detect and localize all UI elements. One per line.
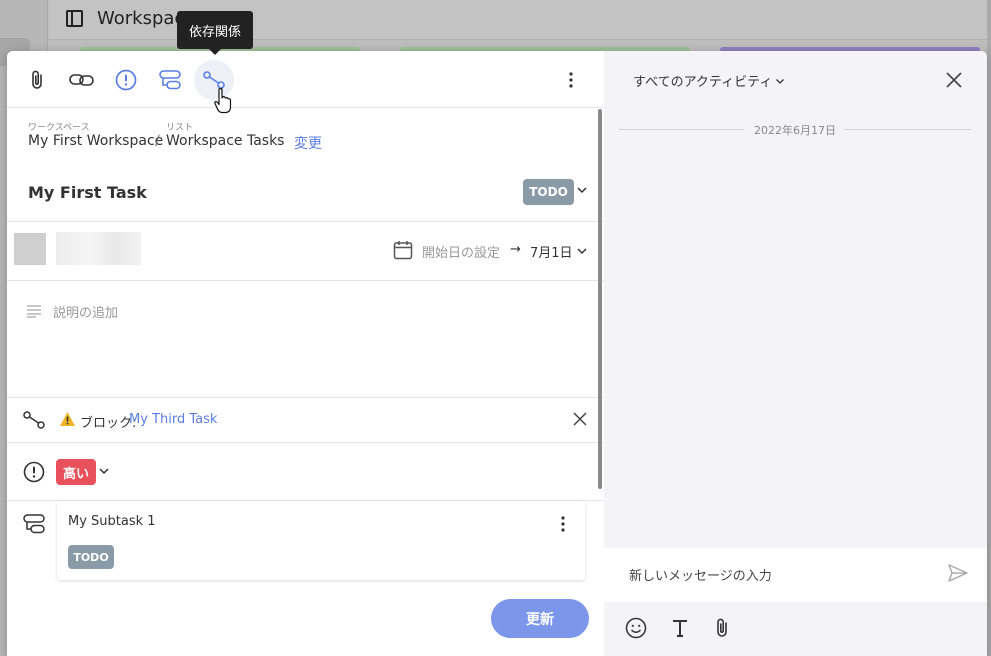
start-date-field[interactable]: 開始日の設定 bbox=[422, 242, 500, 261]
send-icon[interactable] bbox=[947, 562, 969, 584]
activity-filter-label: すべてのアクティビティ bbox=[633, 75, 773, 90]
background-edge bbox=[987, 0, 991, 656]
message-input[interactable]: 新しいメッセージの入力 bbox=[604, 548, 987, 602]
workspace-caption: ワークスペース bbox=[28, 123, 90, 133]
more-options-button[interactable] bbox=[559, 65, 583, 95]
breadcrumb-workspace[interactable]: My First Workspace bbox=[28, 133, 163, 149]
subtask-more-button[interactable] bbox=[555, 514, 571, 534]
divider bbox=[7, 221, 604, 222]
due-date-field[interactable]: 7月1日 bbox=[530, 242, 573, 261]
task-title[interactable]: My First Task bbox=[28, 183, 147, 202]
activity-filter-dropdown[interactable]: すべてのアクティビティ bbox=[633, 71, 785, 90]
divider bbox=[7, 280, 604, 281]
scrollbar[interactable] bbox=[598, 109, 602, 489]
chevron-down-icon[interactable] bbox=[576, 184, 588, 196]
attachment-button[interactable] bbox=[18, 60, 58, 100]
priority-icon bbox=[115, 69, 137, 91]
task-detail-panel: ワークスペース リスト My First Workspace / Workspa… bbox=[7, 51, 604, 656]
subtask-button[interactable] bbox=[150, 60, 190, 100]
breadcrumb-separator: / bbox=[155, 133, 160, 149]
subtask-card[interactable]: My Subtask 1 TODO bbox=[57, 501, 585, 580]
subtask-name[interactable]: My Subtask 1 bbox=[68, 514, 156, 529]
dependency-tooltip: 依存関係 bbox=[177, 11, 253, 55]
update-button[interactable]: 更新 bbox=[491, 599, 589, 638]
close-icon[interactable] bbox=[945, 71, 963, 89]
description-icon bbox=[27, 305, 41, 318]
subtask-status-badge[interactable]: TODO bbox=[68, 545, 114, 569]
link-button[interactable] bbox=[62, 60, 102, 100]
link-icon bbox=[69, 74, 94, 86]
compose-toolbar bbox=[604, 602, 987, 656]
change-list-link[interactable]: 変更 bbox=[294, 133, 322, 153]
subtask-icon bbox=[23, 514, 45, 534]
subtask-icon bbox=[159, 70, 181, 90]
task-toolbar bbox=[7, 51, 604, 108]
list-caption: リスト bbox=[166, 123, 194, 133]
workspace-icon bbox=[66, 10, 83, 27]
attach-file-button[interactable] bbox=[711, 616, 735, 640]
chevron-down-icon bbox=[776, 78, 785, 84]
attachment-icon bbox=[717, 618, 727, 637]
text-format-button[interactable] bbox=[668, 616, 692, 640]
status-badge[interactable]: TODO bbox=[523, 179, 574, 205]
divider bbox=[7, 442, 604, 443]
message-input-placeholder: 新しいメッセージの入力 bbox=[629, 569, 772, 584]
assignee-name-placeholder bbox=[56, 232, 141, 265]
activity-panel: すべてのアクティビティ 2022年6月17日 新しいメッセージの入力 bbox=[604, 51, 987, 656]
divider bbox=[7, 397, 604, 398]
text-format-icon bbox=[673, 620, 687, 637]
breadcrumb-list[interactable]: Workspace Tasks bbox=[166, 133, 284, 149]
dependency-icon bbox=[203, 71, 225, 89]
description-input[interactable]: 説明の追加 bbox=[53, 302, 118, 321]
emoji-icon bbox=[625, 617, 647, 639]
priority-icon bbox=[23, 461, 45, 483]
date-separator: 2022年6月17日 bbox=[619, 121, 971, 137]
hand-cursor-icon bbox=[214, 88, 232, 114]
more-vertical-icon bbox=[569, 72, 573, 88]
attachment-icon bbox=[32, 70, 42, 89]
date-separator-text: 2022年6月17日 bbox=[754, 124, 836, 137]
close-icon[interactable] bbox=[572, 411, 588, 427]
more-vertical-icon bbox=[561, 516, 565, 532]
chevron-down-icon[interactable] bbox=[576, 245, 588, 257]
priority-badge[interactable]: 高い bbox=[56, 459, 96, 485]
calendar-icon[interactable] bbox=[393, 240, 413, 260]
emoji-button[interactable] bbox=[624, 616, 648, 640]
warning-icon bbox=[60, 412, 75, 426]
priority-button[interactable] bbox=[106, 60, 146, 100]
assignee-avatar[interactable] bbox=[14, 233, 46, 265]
task-detail-modal: ワークスペース リスト My First Workspace / Workspa… bbox=[7, 51, 987, 656]
blocking-label: ブロック: bbox=[80, 416, 137, 431]
chevron-down-icon[interactable] bbox=[98, 465, 110, 477]
blocking-task-link[interactable]: My Third Task bbox=[129, 412, 217, 427]
date-arrow: → bbox=[510, 242, 521, 257]
dependency-icon bbox=[23, 411, 45, 429]
